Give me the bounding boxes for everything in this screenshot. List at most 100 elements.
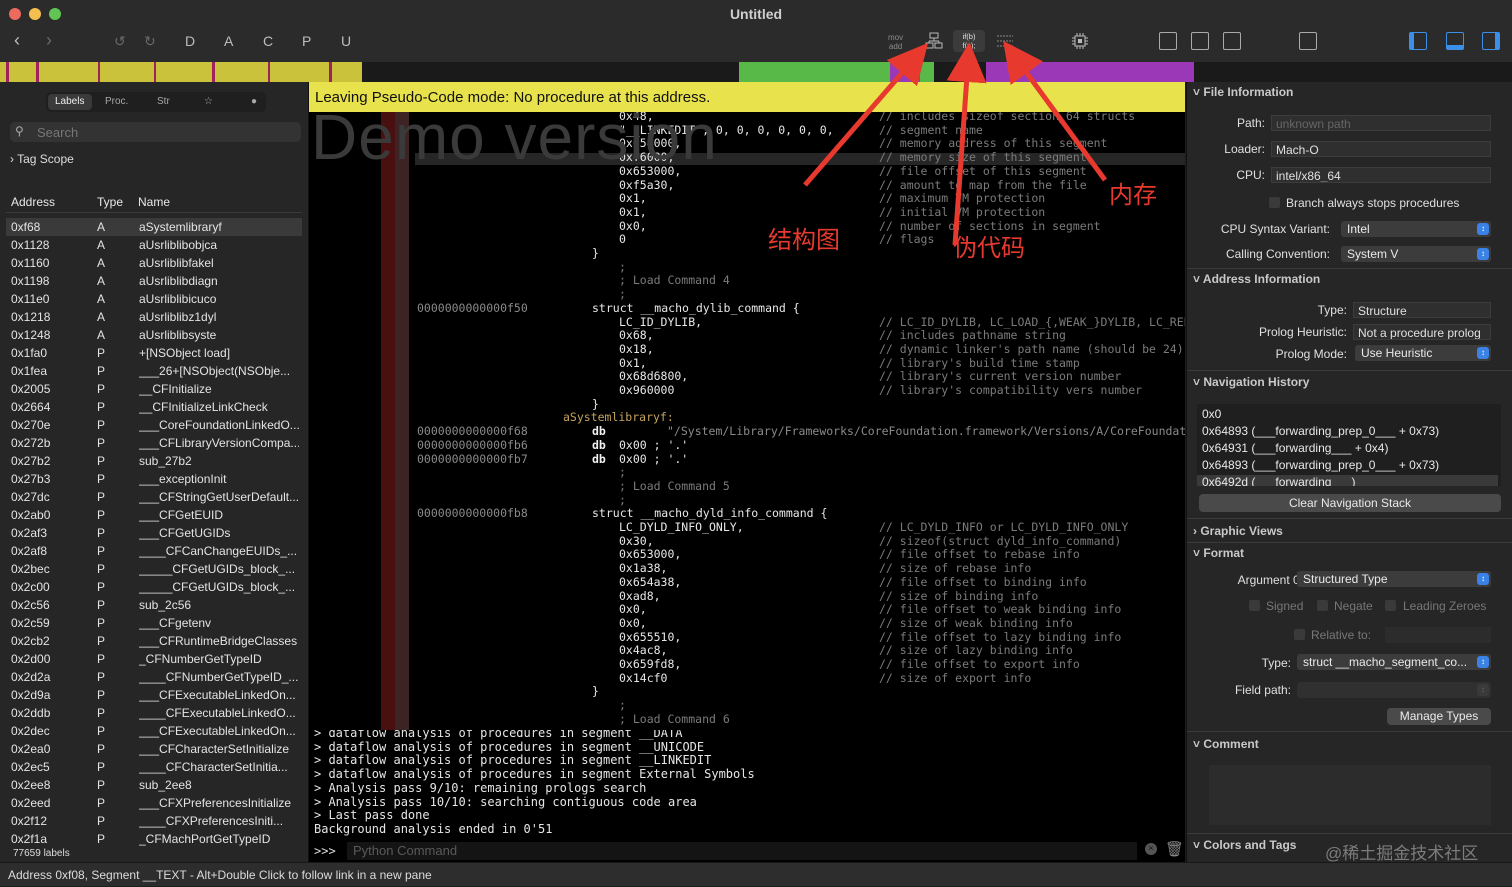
negate-checkbox[interactable] xyxy=(1317,600,1328,611)
code-line[interactable]: // size of export info xyxy=(879,671,1031,686)
clear-navigation-stack-button[interactable]: Clear Navigation Stack xyxy=(1199,494,1501,512)
table-row[interactable]: 0x2c00 P _____CFGetUGIDs_block_... xyxy=(6,578,302,596)
table-row[interactable]: 0x2eed P ___CFXPreferencesInitialize xyxy=(6,794,302,812)
code-line[interactable]: // file offset to rebase info xyxy=(879,548,1080,562)
code-line[interactable]: // sizeof(struct dyld_info_command) xyxy=(879,534,1121,549)
code-line[interactable]: struct __macho_dyld_info_command { xyxy=(592,507,827,521)
code-line[interactable]: ; xyxy=(619,698,626,713)
code-line[interactable]: // LC_ID_DYLIB, LC_LOAD_{,WEAK_}DYLIB, L… xyxy=(879,315,1185,330)
code-line[interactable]: } xyxy=(592,397,599,412)
table-row[interactable]: 0x2ddb P ____CFExecutableLinkedO... xyxy=(6,704,302,722)
format-type-select[interactable]: struct __macho_segment_co... ↕ xyxy=(1297,654,1491,670)
field-path-select[interactable]: ↕ xyxy=(1297,682,1491,698)
table-row[interactable]: 0x2af3 P ___CFGetUGIDs xyxy=(6,524,302,542)
table-row[interactable]: 0x2cb2 P ___CFRuntimeBridgeClasses xyxy=(6,632,302,650)
code-line[interactable]: } xyxy=(592,685,599,699)
list-item[interactable]: 0x64931 (___forwarding___ + 0x4) xyxy=(1202,441,1388,455)
code-line[interactable]: // library's compatibility vers number xyxy=(879,383,1142,398)
code-line[interactable]: 0000000000000fb7 xyxy=(417,452,528,467)
code-line[interactable]: 0x4ac8, xyxy=(619,644,667,658)
code-line[interactable]: 0x0, xyxy=(619,616,647,631)
code-line[interactable]: ; Load Command 6 xyxy=(619,712,730,727)
code-line[interactable]: 0x655510, xyxy=(619,630,681,645)
code-line[interactable]: // LC_DYLD_INFO or LC_DYLD_INFO_ONLY xyxy=(879,520,1128,535)
code-line[interactable]: 0x0, xyxy=(619,602,647,617)
relative-to-checkbox[interactable] xyxy=(1294,629,1305,640)
table-row[interactable]: 0x2d9a P ___CFExecutableLinkedOn... xyxy=(6,686,302,704)
table-row[interactable]: 0x272b P ___CFLibraryVersionCompa... xyxy=(6,434,302,452)
code-line[interactable]: LC_ID_DYLIB, xyxy=(619,315,702,330)
python-command-input[interactable]: Python Command xyxy=(347,842,1137,860)
code-line[interactable]: ; Load Command 5 xyxy=(619,479,730,494)
code-line[interactable]: // file offset to weak binding info xyxy=(879,602,1121,617)
list-item[interactable]: 0x6492d (___forwarding___) xyxy=(1197,475,1498,486)
code-line[interactable]: // library's build time stamp xyxy=(879,356,1080,371)
code-line[interactable]: 0x659fd8, xyxy=(619,657,681,672)
code-line[interactable]: 0x14cf0 xyxy=(619,671,667,686)
table-row[interactable]: 0x27b3 P ___exceptionInit xyxy=(6,470,302,488)
code-line[interactable]: 0x960000 xyxy=(619,383,674,398)
code-line[interactable]: // file offset to export info xyxy=(879,657,1080,672)
table-row[interactable]: 0x1218 AaUsrliblibz1dyl xyxy=(6,308,302,326)
code-line[interactable]: 0x18, xyxy=(619,342,654,357)
table-row[interactable]: 0x2ec5 P ____CFCharacterSetInitia... xyxy=(6,758,302,776)
code-line[interactable]: ; xyxy=(619,465,626,480)
list-item[interactable]: 0x64893 (___forwarding_prep_0___ + 0x73) xyxy=(1202,458,1439,472)
signed-checkbox[interactable] xyxy=(1249,600,1260,611)
graphic-views-header[interactable]: › Graphic Views xyxy=(1193,524,1283,538)
table-row[interactable]: 0x2c56 Psub_2c56 xyxy=(6,596,302,614)
code-line[interactable]: LC_DYLD_INFO_ONLY, xyxy=(619,520,744,535)
code-line[interactable]: // size of weak binding info xyxy=(879,616,1073,631)
table-row[interactable]: 0x2d00 P _CFNumberGetTypeID xyxy=(6,650,302,668)
table-row[interactable]: 0x2664 P __CFInitializeLinkCheck xyxy=(6,398,302,416)
navigation-history-list[interactable]: 0x0 0x64893 (___forwarding_prep_0___ + 0x… xyxy=(1197,404,1501,486)
table-row[interactable]: 0x1fa0 P +[NSObject load] xyxy=(6,344,302,362)
code-line[interactable]: aSystemlibraryf: xyxy=(563,411,674,425)
table-row[interactable]: 0x2f12 P ____CFXPreferencesIniti... xyxy=(6,812,302,830)
code-line[interactable]: 0x00 ; '.' xyxy=(619,452,688,467)
code-line[interactable]: 0x1, xyxy=(619,356,647,371)
prolog-mode-select[interactable]: Use Heuristic ↕ xyxy=(1355,345,1491,361)
code-line[interactable]: 0x68, xyxy=(619,328,654,343)
table-row[interactable]: 0x2c59 P ___CFgetenv xyxy=(6,614,302,632)
leading-zeroes-checkbox[interactable] xyxy=(1385,600,1396,611)
format-header[interactable]: ˅ Format xyxy=(1193,546,1244,560)
table-row[interactable]: 0x270e P ___CoreFoundationLinkedO... xyxy=(6,416,302,434)
table-row[interactable]: 0x2f1a P _CFMachPortGetTypeID xyxy=(6,830,302,848)
table-row[interactable]: 0x2ee8 Psub_2ee8 xyxy=(6,776,302,794)
code-line[interactable]: 0xad8, xyxy=(619,589,661,604)
table-row[interactable]: 0x2dec P ___CFExecutableLinkedOn... xyxy=(6,722,302,740)
table-row[interactable]: 0x27b2 Psub_27b2 xyxy=(6,452,302,470)
code-line[interactable]: 0000000000000f68 xyxy=(417,424,528,439)
code-line[interactable]: 0000000000000f50 xyxy=(417,301,528,316)
table-row[interactable]: 0x2ab0 P ___CFGetEUID xyxy=(6,506,302,524)
code-line[interactable]: ; xyxy=(619,493,626,508)
code-line[interactable]: 0x654a38, xyxy=(619,575,681,590)
code-line[interactable]: db xyxy=(592,452,606,467)
list-item[interactable]: 0x0 xyxy=(1202,407,1221,421)
table-row[interactable]: 0x2bec P _____CFGetUGIDs_block_... xyxy=(6,560,302,578)
code-line[interactable]: // file offset to lazy binding info xyxy=(879,630,1121,645)
table-row[interactable]: 0x2af8 P ____CFCanChangeEUIDs_... xyxy=(6,542,302,560)
list-item[interactable]: 0x64893 (___forwarding_prep_0___ + 0x73) xyxy=(1202,424,1439,438)
code-line[interactable]: // size of lazy binding info xyxy=(879,644,1073,658)
comment-header[interactable]: ˅ Comment xyxy=(1193,737,1259,751)
code-line[interactable]: // file offset to binding info xyxy=(879,575,1087,590)
table-row[interactable]: 0x1fea P ___26+[NSObject(NSObje... xyxy=(6,362,302,380)
code-line[interactable]: 0x30, xyxy=(619,534,654,549)
code-line[interactable]: // includes pathname string xyxy=(879,328,1066,343)
code-line[interactable]: // library's current version number xyxy=(879,370,1121,384)
code-line[interactable]: // dynamic linker's path name (should be… xyxy=(879,342,1184,357)
code-line[interactable]: // size of rebase info xyxy=(879,561,1031,576)
argument-format-select[interactable]: Structured Type ↕ xyxy=(1297,571,1491,587)
code-line[interactable]: db xyxy=(592,424,606,439)
code-line[interactable]: 0x653000, xyxy=(619,548,681,562)
table-row[interactable]: 0x2005 P __CFInitialize xyxy=(6,380,302,398)
table-row[interactable]: 0x27dc P ___CFStringGetUserDefault... xyxy=(6,488,302,506)
code-line[interactable]: 0000000000000fb6 xyxy=(417,438,528,453)
code-line[interactable]: 0x1a38, xyxy=(619,561,667,576)
trash-icon[interactable]: 🗑 xyxy=(1165,840,1184,858)
comment-textarea[interactable] xyxy=(1209,765,1491,825)
manage-types-button[interactable]: Manage Types xyxy=(1387,708,1491,725)
code-line[interactable]: struct __macho_dylib_command { xyxy=(592,301,800,316)
